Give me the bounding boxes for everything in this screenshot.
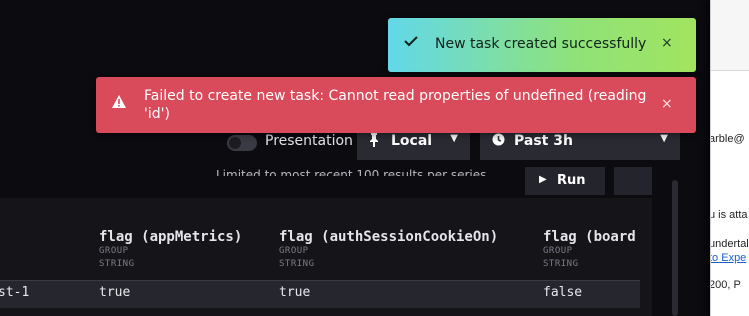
table-cell: true [279,285,311,300]
background-link[interactable]: to Expe [711,252,746,264]
run-label: Run [557,173,586,188]
column-type: STRING [543,259,579,269]
table-cell: false [543,285,583,300]
success-toast: New task created successfully × [388,18,696,72]
chevron-down-icon: ▼ [450,133,458,144]
column-name: flag (authSessionCookieOn) [279,229,499,245]
background-text: 200, P [710,279,741,291]
background-window-toolbar [711,0,749,71]
presentation-label: Presentation [265,133,353,149]
background-text: arble@ [710,133,745,145]
close-icon[interactable]: × [661,96,673,112]
presentation-toggle[interactable] [227,135,257,151]
close-icon[interactable]: × [661,35,673,51]
scrollbar-thumb[interactable] [672,180,678,316]
column-name: flag (appMetrics) [99,229,243,245]
background-text: u is atta [710,209,748,221]
clock-icon [492,133,505,149]
results-table: flag (appMetrics) GROUP STRING flag (aut… [0,198,652,316]
source-label: Local [391,133,433,149]
toast-message: Failed to create new task: Cannot read p… [144,88,647,122]
run-button[interactable]: ▶ Run [525,167,605,195]
warning-icon [112,95,126,112]
pin-icon [369,133,379,150]
background-text: undertal [710,238,749,250]
background-window[interactable]: arble@ u is atta undertal to Expe 200, P [710,0,749,316]
table-cell: st-1 [0,285,30,300]
column-header[interactable]: flag (appMetrics) GROUP STRING [99,229,242,271]
column-header[interactable]: flag (board GROUP STRING [543,229,636,271]
column-header[interactable]: flag (authSessionCookieOn) GROUP STRING [279,229,498,271]
more-options-button[interactable] [614,167,652,195]
column-type: STRING [279,259,315,269]
time-range-label: Past 3h [514,133,573,149]
error-toast: Failed to create new task: Cannot read p… [96,77,696,133]
column-type: STRING [99,259,135,269]
column-name: flag (board [543,229,636,245]
play-icon: ▶ [539,174,547,185]
column-group: GROUP [99,246,129,256]
toast-message: New task created successfully [435,36,647,52]
check-icon [404,35,418,51]
column-group: GROUP [543,246,573,256]
table-cell: true [99,285,131,300]
row-divider [0,280,640,281]
column-group: GROUP [279,246,309,256]
toggle-knob [229,137,241,149]
chevron-down-icon: ▼ [660,133,668,144]
